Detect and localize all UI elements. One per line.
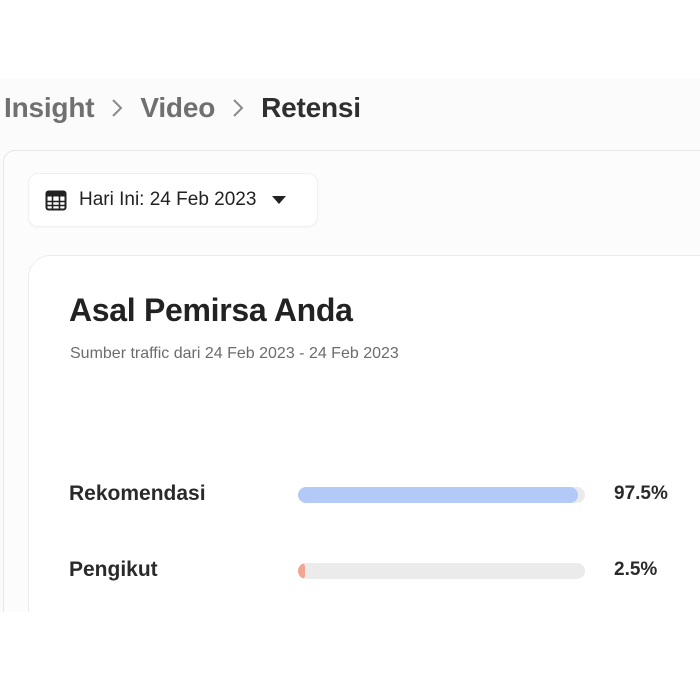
card-subtitle: Sumber traffic dari 24 Feb 2023 - 24 Feb…: [70, 345, 399, 362]
breadcrumb-retensi: Retensi: [261, 92, 361, 123]
progress-fill: [298, 487, 578, 503]
source-row-pengikut: Pengikut 2.5%: [69, 556, 700, 584]
date-filter-label: Hari Ini: 24 Feb 2023: [79, 189, 257, 210]
canvas: Insight Video Retensi Hari Ini: 24 Feb 2…: [0, 0, 700, 700]
date-filter-dropdown[interactable]: Hari Ini: 24 Feb 2023: [28, 173, 318, 227]
chevron-right-icon: [215, 98, 261, 118]
breadcrumb-insight[interactable]: Insight: [4, 92, 95, 124]
source-row-rekomendasi: Rekomendasi 97.5%: [69, 480, 700, 508]
calendar-icon: [45, 189, 67, 211]
progress-fill: [298, 563, 306, 579]
source-percent: 97.5%: [614, 483, 668, 504]
content-panel: Hari Ini: 24 Feb 2023 Asal Pemirsa Anda …: [3, 150, 700, 612]
audience-source-card: Asal Pemirsa Anda Sumber traffic dari 24…: [28, 255, 700, 612]
breadcrumb: Insight Video Retensi: [4, 90, 361, 126]
caret-down-icon: [272, 195, 287, 205]
progress-track: [298, 563, 585, 579]
card-title: Asal Pemirsa Anda: [69, 292, 353, 328]
source-percent: 2.5%: [614, 559, 658, 580]
breadcrumb-video[interactable]: Video: [140, 92, 215, 124]
progress-track: [298, 487, 585, 503]
chevron-right-icon: [94, 98, 140, 118]
screen: Insight Video Retensi Hari Ini: 24 Feb 2…: [0, 78, 700, 612]
source-label: Rekomendasi: [69, 482, 206, 505]
source-label: Pengikut: [69, 558, 158, 581]
